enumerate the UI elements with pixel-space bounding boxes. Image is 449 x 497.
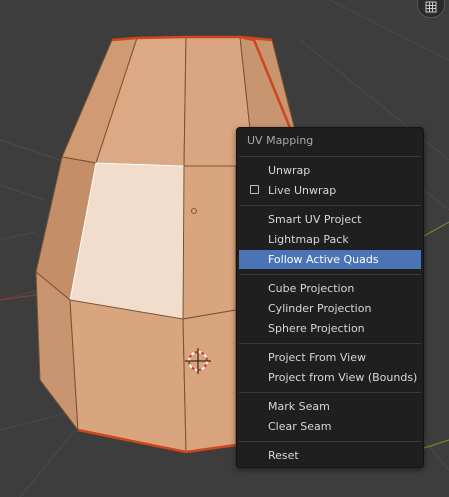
menu-item-cube-projection[interactable]: Cube Projection — [239, 279, 421, 298]
grid-icon — [425, 0, 437, 13]
menu-item-reset[interactable]: Reset — [239, 446, 421, 465]
menu-separator — [239, 205, 421, 206]
menu-item-label: Clear Seam — [268, 420, 332, 433]
menu-item-label: Project From View — [268, 351, 366, 364]
menu-item-follow-active-quads[interactable]: Follow Active Quads — [239, 250, 421, 269]
menu-item-cylinder-projection[interactable]: Cylinder Projection — [239, 299, 421, 318]
menu-item-label: Unwrap — [268, 164, 311, 177]
menu-item-live-unwrap[interactable]: Live Unwrap — [239, 181, 421, 200]
menu-title: UV Mapping — [247, 134, 314, 147]
menu-item-label: Cylinder Projection — [268, 302, 372, 315]
menu-item-label: Smart UV Project — [268, 213, 362, 226]
mesh-face — [182, 309, 237, 453]
y-axis-line — [423, 221, 449, 237]
menu-item-sphere-projection[interactable]: Sphere Projection — [239, 319, 421, 338]
menu-item-label: Reset — [268, 449, 299, 462]
menu-item-unwrap[interactable]: Unwrap — [239, 161, 421, 180]
menu-item-clear-seam[interactable]: Clear Seam — [239, 417, 421, 436]
menu-item-label: Cube Projection — [268, 282, 355, 295]
menu-item-label: Sphere Projection — [268, 322, 365, 335]
menu-item-lightmap-pack[interactable]: Lightmap Pack — [239, 230, 421, 249]
menu-separator — [239, 343, 421, 344]
menu-item-label: Mark Seam — [268, 400, 330, 413]
menu-item-mark-seam[interactable]: Mark Seam — [239, 397, 421, 416]
menu-item-label: Project from View (Bounds) — [268, 371, 418, 384]
uv-mapping-menu: UV Mapping Unwrap Live Unwrap Smart UV P… — [236, 127, 424, 468]
checkbox-icon[interactable] — [250, 185, 259, 194]
menu-item-label: Follow Active Quads — [268, 253, 379, 266]
menu-item-project-from-view-bounds[interactable]: Project from View (Bounds) — [239, 368, 421, 387]
mesh-face — [182, 165, 237, 320]
menu-item-smart-uv-project[interactable]: Smart UV Project — [239, 210, 421, 229]
menu-item-label: Live Unwrap — [268, 184, 337, 197]
menu-separator — [239, 392, 421, 393]
menu-item-label: Lightmap Pack — [268, 233, 349, 246]
menu-item-project-from-view[interactable]: Project From View — [239, 348, 421, 367]
menu-separator — [239, 274, 421, 275]
menu-separator — [239, 441, 421, 442]
menu-separator — [239, 156, 421, 157]
mesh-face — [69, 299, 187, 453]
